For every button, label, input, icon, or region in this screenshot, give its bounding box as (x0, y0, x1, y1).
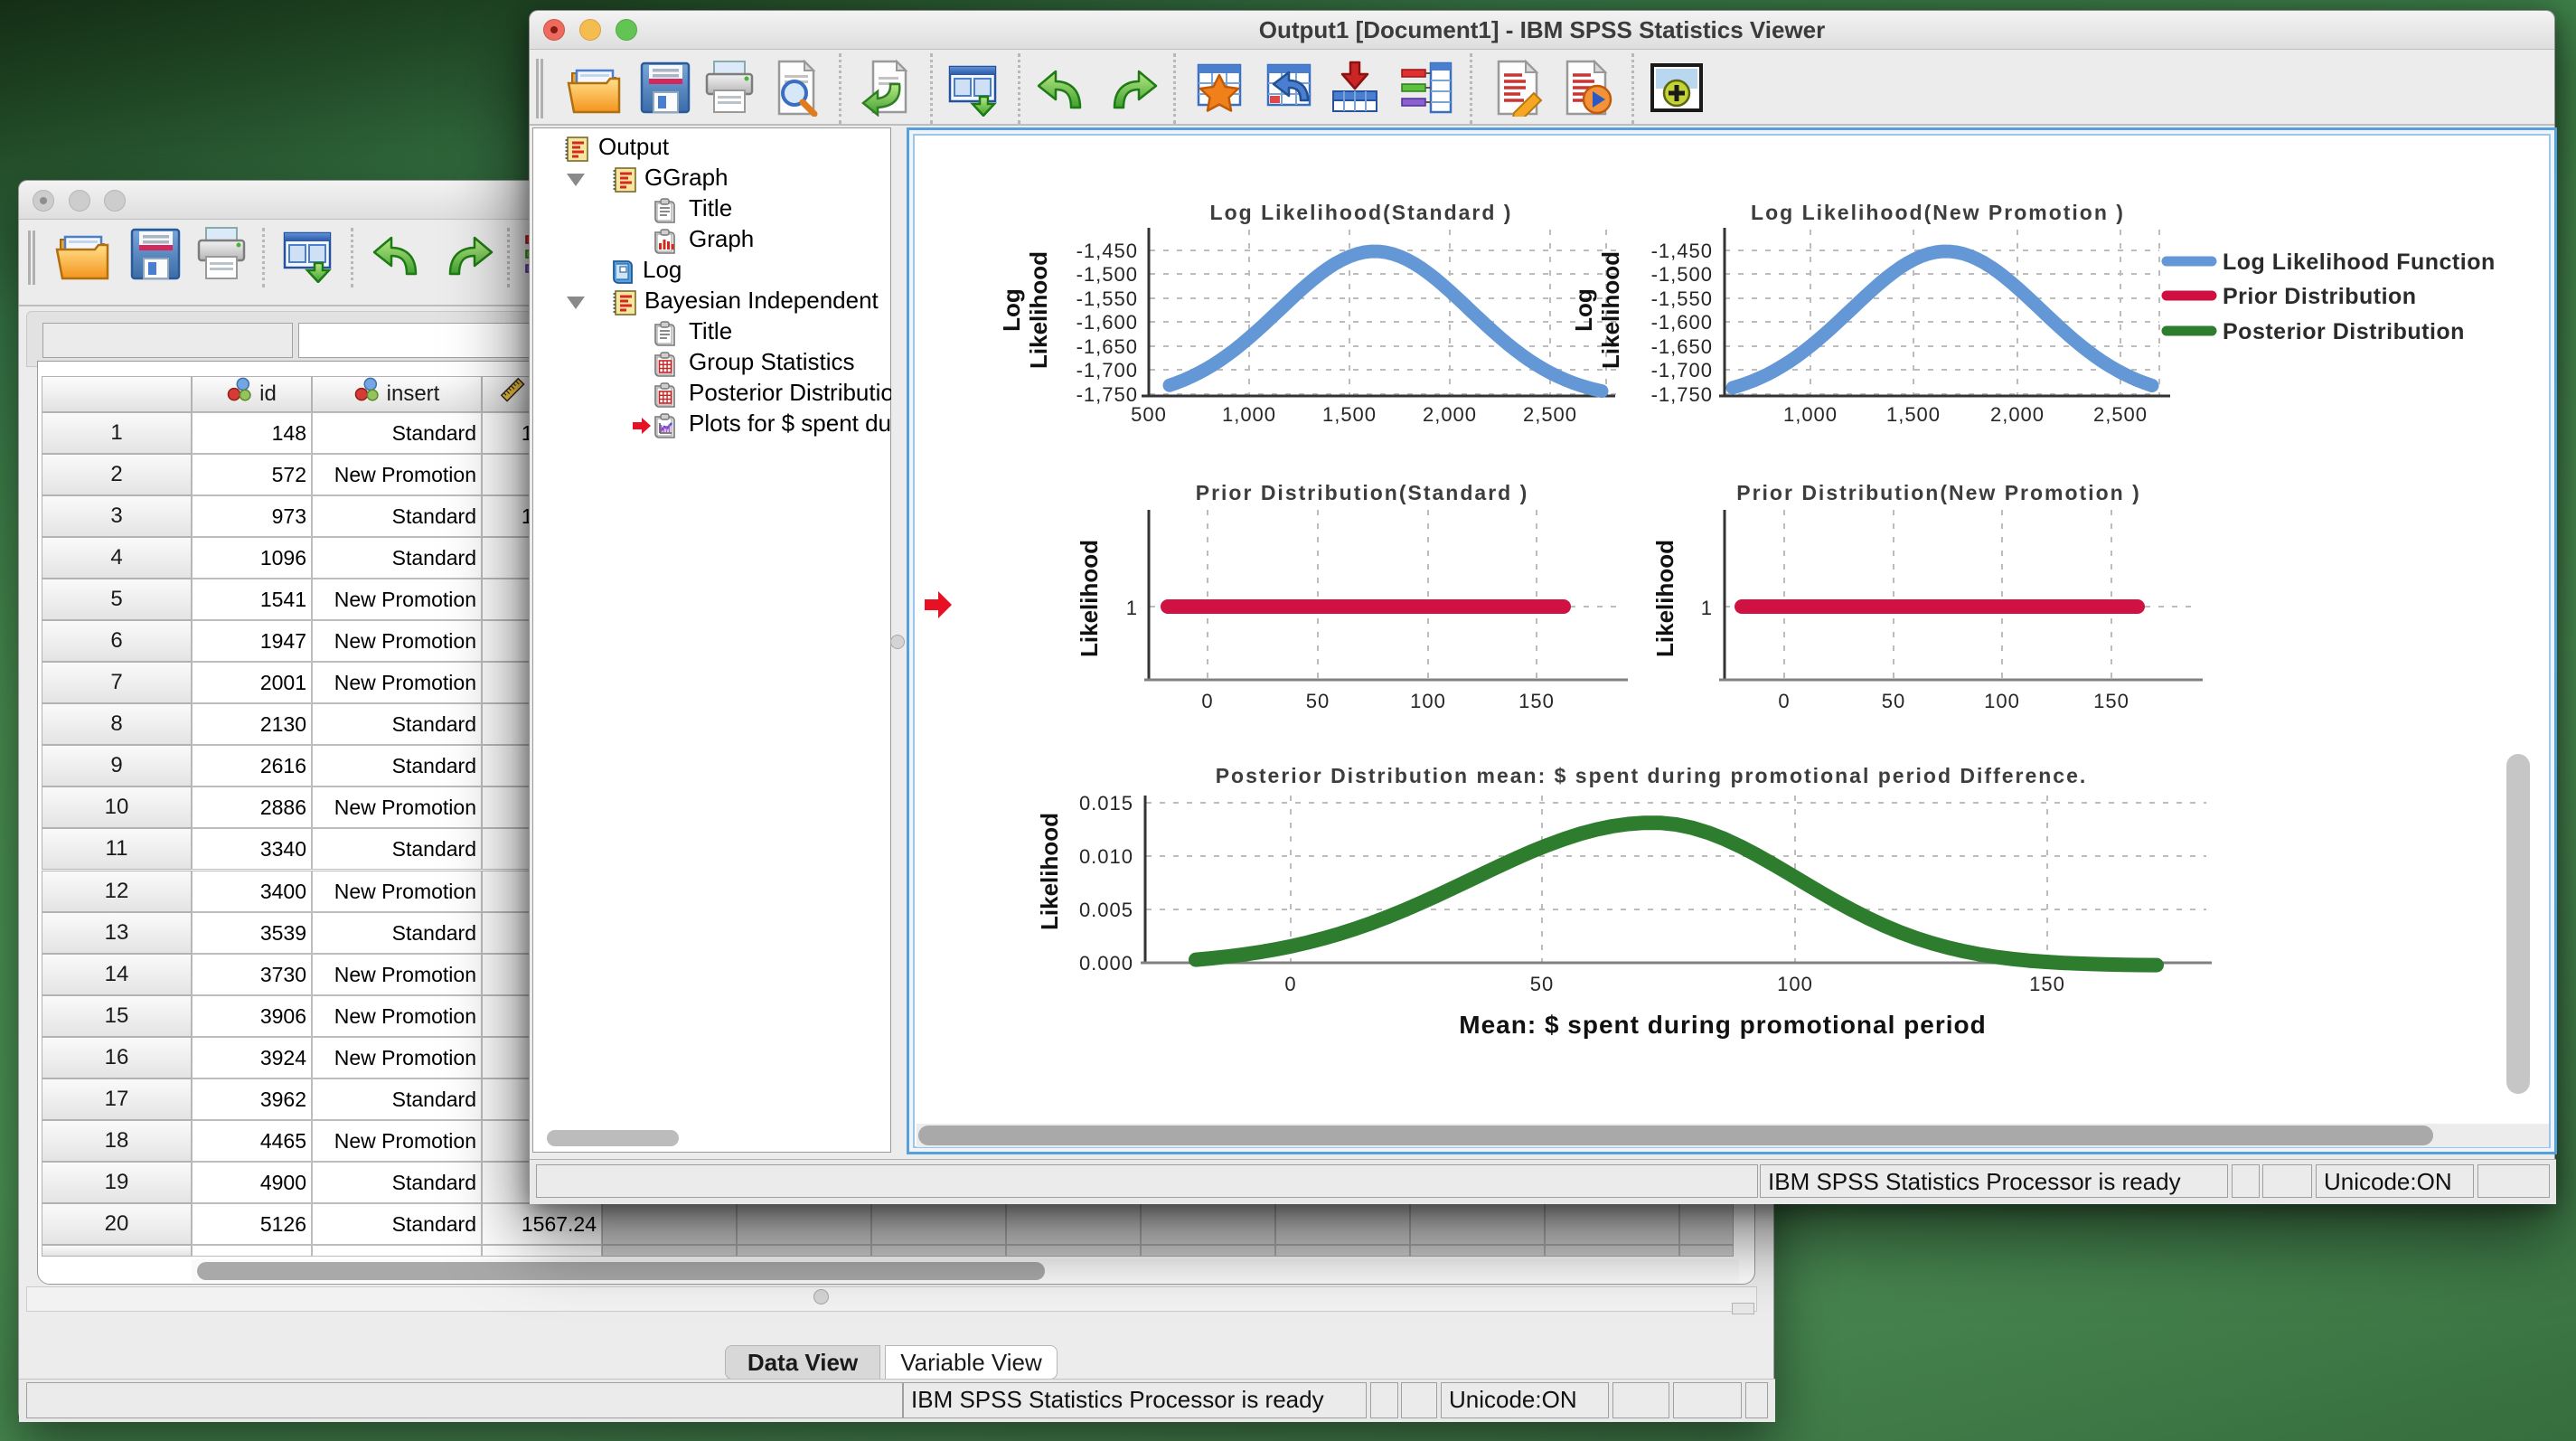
svg-text:0.005: 0.005 (1079, 899, 1133, 921)
svg-text:1,000: 1,000 (1222, 403, 1276, 426)
svg-text:150: 150 (2093, 690, 2129, 712)
svg-text:50: 50 (1530, 973, 1554, 995)
svg-text:0.010: 0.010 (1079, 845, 1133, 868)
svg-text:-1,600: -1,600 (1076, 311, 1138, 334)
svg-text:Log Likelihood Function: Log Likelihood Function (2223, 250, 2496, 275)
svg-text:-1,450: -1,450 (1076, 240, 1138, 262)
svg-text:0: 0 (1201, 690, 1213, 712)
svg-text:1,500: 1,500 (1322, 403, 1377, 426)
svg-text:100: 100 (1984, 690, 2020, 712)
svg-text:-1,700: -1,700 (1651, 359, 1713, 381)
svg-text:-1,750: -1,750 (1076, 383, 1138, 406)
svg-text:0.000: 0.000 (1079, 952, 1133, 975)
svg-text:50: 50 (1882, 690, 1905, 712)
svg-text:50: 50 (1306, 690, 1330, 712)
svg-text:-1,700: -1,700 (1076, 359, 1138, 381)
svg-text:Likelihood: Likelihood (1076, 540, 1103, 657)
svg-text:1: 1 (1701, 597, 1713, 619)
svg-text:0: 0 (1284, 973, 1296, 995)
svg-text:-1,550: -1,550 (1651, 287, 1713, 310)
svg-text:Likelihood: Likelihood (1036, 813, 1063, 930)
svg-text:1,000: 1,000 (1783, 403, 1838, 426)
svg-text:2,000: 2,000 (1423, 403, 1477, 426)
svg-text:0: 0 (1778, 690, 1790, 712)
svg-text:2,500: 2,500 (1523, 403, 1577, 426)
svg-text:500: 500 (1131, 403, 1167, 426)
svg-text:Likelihood: Likelihood (1597, 251, 1624, 369)
svg-text:-1,650: -1,650 (1651, 335, 1713, 358)
svg-text:-1,500: -1,500 (1651, 263, 1713, 286)
svg-text:2,500: 2,500 (2093, 403, 2148, 426)
svg-text:-1,550: -1,550 (1076, 287, 1138, 310)
svg-text:0.015: 0.015 (1079, 792, 1133, 815)
svg-text:Posterior Distribution: Posterior Distribution (2223, 319, 2465, 344)
svg-text:150: 150 (1518, 690, 1555, 712)
svg-text:Log Likelihood(Standard ): Log Likelihood(Standard ) (1210, 201, 1513, 224)
svg-text:Log Likelihood(New Promotion ): Log Likelihood(New Promotion ) (1751, 201, 2125, 224)
svg-text:Likelihood: Likelihood (1025, 251, 1052, 369)
svg-text:100: 100 (1410, 690, 1446, 712)
svg-text:100: 100 (1777, 973, 1813, 995)
svg-text:1,500: 1,500 (1886, 403, 1941, 426)
svg-text:150: 150 (2029, 973, 2065, 995)
svg-text:1: 1 (1126, 597, 1138, 619)
svg-text:Log: Log (1570, 288, 1597, 332)
svg-text:Log: Log (998, 288, 1025, 332)
svg-text:-1,650: -1,650 (1076, 335, 1138, 358)
svg-text:-1,450: -1,450 (1651, 240, 1713, 262)
svg-text:Prior Distribution: Prior Distribution (2223, 284, 2417, 309)
svg-text:Prior Distribution(New Promoti: Prior Distribution(New Promotion ) (1736, 481, 2141, 504)
svg-text:Likelihood: Likelihood (1651, 540, 1678, 657)
svg-text:Mean: $ spent during promotion: Mean: $ spent during promotional period (1459, 1011, 1986, 1039)
svg-text:Posterior Distribution mean: $: Posterior Distribution mean: $ spent dur… (1216, 764, 2088, 787)
svg-text:2,000: 2,000 (1990, 403, 2045, 426)
svg-text:-1,750: -1,750 (1651, 383, 1713, 406)
svg-text:-1,500: -1,500 (1076, 263, 1138, 286)
svg-text:-1,600: -1,600 (1651, 311, 1713, 334)
svg-text:Prior Distribution(Standard ): Prior Distribution(Standard ) (1196, 481, 1529, 504)
